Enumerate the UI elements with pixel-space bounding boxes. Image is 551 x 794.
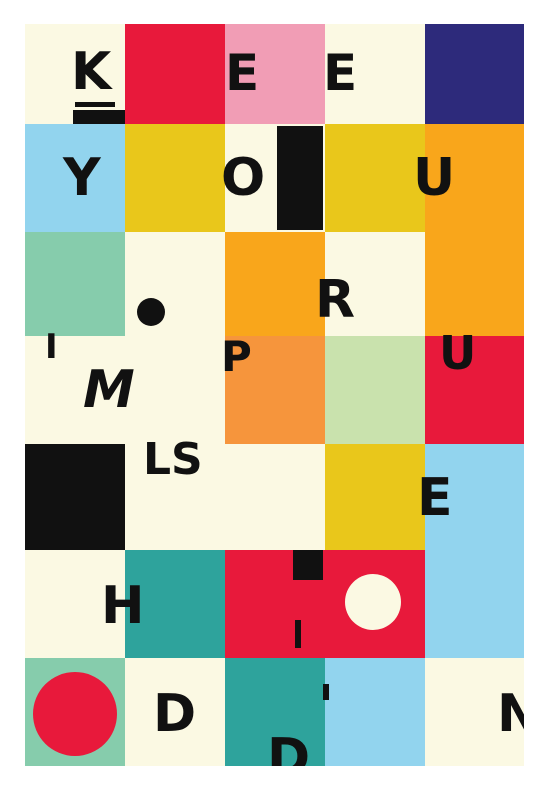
letter-d-2: D [267, 728, 311, 766]
cream-circle [345, 574, 401, 630]
block-navy-r1c5 [425, 24, 524, 124]
thin-bar [295, 620, 301, 648]
letter-r: R [315, 270, 356, 330]
letter-ls: LS [143, 434, 203, 485]
black-dot [137, 298, 165, 326]
block-cream-r4c2 [125, 336, 225, 444]
block-lightblue-r7c4 [325, 658, 425, 766]
block-palegreen-r4c4 [325, 336, 425, 444]
letter-m: M [83, 360, 135, 420]
red-circle [33, 672, 117, 756]
letter-i: I [45, 327, 58, 367]
block-red-r1c2 [125, 24, 225, 124]
letter-n: N [497, 684, 524, 744]
letter-k: K [71, 42, 112, 102]
letter-collage-poster: K E E Y O U R I M P U LS E H D N D [25, 24, 524, 766]
block-yellow-r5c4 [325, 444, 425, 550]
block-yellow-r2c4 [325, 124, 425, 232]
letter-e-3: E [417, 468, 453, 528]
block-black-r5c1 [25, 444, 125, 550]
letter-p: P [221, 332, 252, 381]
tiny-mark [323, 684, 329, 700]
letter-d: D [153, 684, 197, 744]
block-yellow-r2c2 [125, 124, 225, 232]
letter-u-1: U [413, 148, 456, 208]
letter-o: O [221, 148, 266, 208]
letter-e-1: E [225, 44, 260, 102]
block-orange-r3c3 [225, 232, 325, 336]
block-cream-r5c3 [225, 444, 325, 550]
black-vertical-bar [277, 126, 323, 230]
block-mint-r3c1 [25, 232, 125, 336]
letter-y: Y [63, 148, 101, 208]
letter-e-2: E [323, 44, 358, 102]
k-underline [75, 102, 115, 107]
black-underline-bar [73, 110, 125, 124]
letter-h: H [101, 576, 145, 636]
black-small-square [293, 550, 323, 580]
letter-u-2: U [439, 326, 477, 380]
